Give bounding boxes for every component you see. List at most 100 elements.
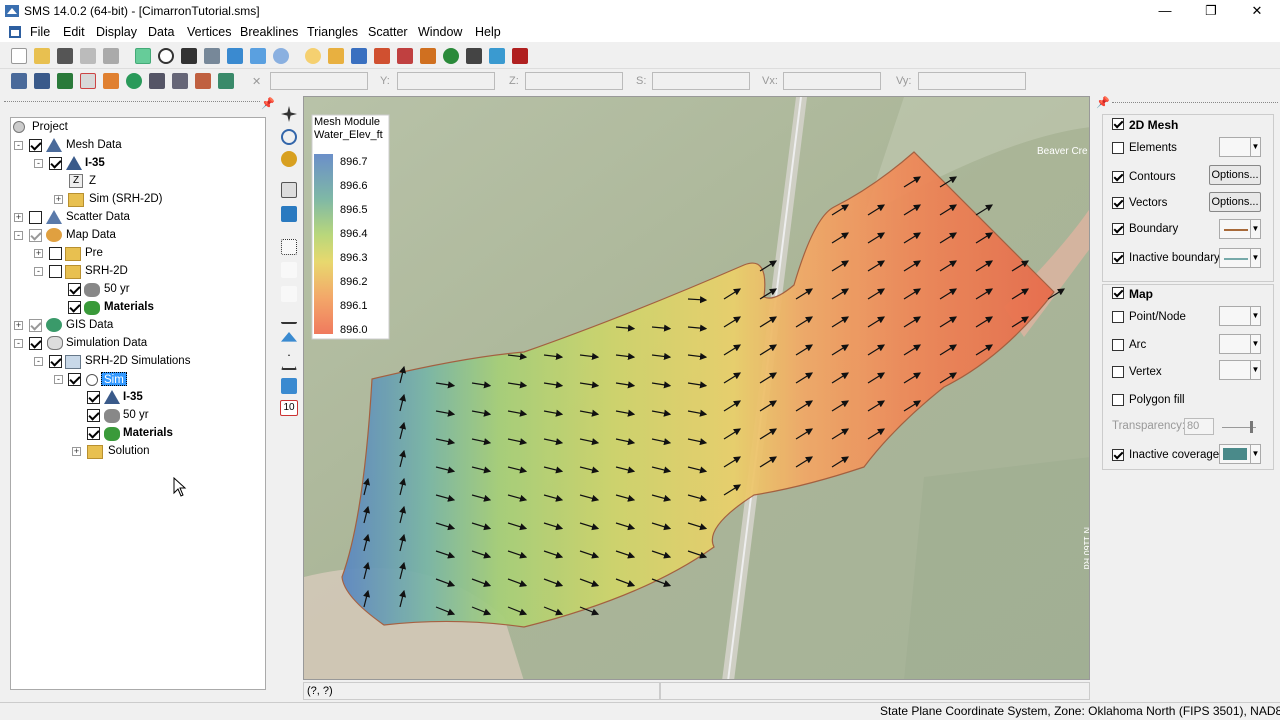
checkbox[interactable] bbox=[68, 373, 81, 386]
tree-item-srh2d[interactable]: - SRH-2D bbox=[12, 262, 212, 280]
elements-style-picker[interactable]: ▼ bbox=[1219, 137, 1261, 157]
rotate-icon[interactable] bbox=[250, 48, 266, 64]
vectors-options-button[interactable]: Options... bbox=[1209, 192, 1261, 212]
map-visible-checkbox[interactable] bbox=[1112, 287, 1124, 299]
transform-icon[interactable] bbox=[281, 378, 297, 394]
scatter-icon[interactable] bbox=[80, 73, 96, 89]
checkbox[interactable] bbox=[29, 229, 42, 242]
zoom-tool-icon[interactable] bbox=[281, 129, 297, 145]
cube-icon[interactable] bbox=[227, 48, 243, 64]
vertex-style-picker[interactable]: ▼ bbox=[1219, 360, 1261, 380]
transparency-input[interactable]: 80 bbox=[1184, 418, 1214, 435]
create-arc-icon[interactable] bbox=[281, 308, 297, 324]
menu-display[interactable]: Display bbox=[96, 25, 137, 39]
vy-field[interactable] bbox=[918, 72, 1026, 90]
arc-style-picker[interactable]: ▼ bbox=[1219, 334, 1261, 354]
minimize-button[interactable]: — bbox=[1142, 0, 1188, 22]
inactive-coverage-color-picker[interactable]: ▼ bbox=[1219, 444, 1261, 464]
tree-item-solution[interactable]: + Solution bbox=[12, 442, 212, 460]
slider-thumb[interactable] bbox=[1250, 421, 1253, 433]
vertex-checkbox[interactable] bbox=[1112, 366, 1124, 378]
collapse-icon[interactable]: - bbox=[14, 231, 23, 240]
tree-item-pre[interactable]: + Pre bbox=[12, 244, 212, 262]
select-node-icon[interactable] bbox=[281, 239, 297, 255]
collapse-icon[interactable]: - bbox=[34, 159, 43, 168]
tree-item-z[interactable]: Z Z bbox=[12, 172, 212, 190]
network-module-icon[interactable] bbox=[149, 73, 165, 89]
particle-icon[interactable] bbox=[172, 73, 188, 89]
tree-item-simulation-data[interactable]: - Simulation Data bbox=[12, 334, 212, 352]
tree-item-gis-data[interactable]: + GIS Data bbox=[12, 316, 212, 334]
point-node-style-picker[interactable]: ▼ bbox=[1219, 306, 1261, 326]
checkbox[interactable] bbox=[29, 337, 42, 350]
checkbox[interactable] bbox=[68, 301, 81, 314]
pin-icon[interactable]: 📌 bbox=[1096, 96, 1110, 109]
x-coordinate-field[interactable] bbox=[270, 72, 368, 90]
collapse-icon[interactable]: - bbox=[14, 141, 23, 150]
checkbox[interactable] bbox=[29, 319, 42, 332]
tree-item-map-data[interactable]: - Map Data bbox=[12, 226, 212, 244]
delete-icon[interactable] bbox=[103, 48, 119, 64]
tree-item-sim-i35[interactable]: I-35 bbox=[12, 388, 212, 406]
menu-vertices[interactable]: Vertices bbox=[187, 25, 231, 39]
map-tool-icon[interactable] bbox=[281, 206, 297, 222]
menu-edit[interactable]: Edit bbox=[63, 25, 85, 39]
frame-icon[interactable] bbox=[204, 48, 220, 64]
pan-icon[interactable] bbox=[281, 106, 297, 122]
boundary-checkbox[interactable] bbox=[1112, 223, 1124, 235]
settings-icon[interactable] bbox=[374, 48, 390, 64]
elements-checkbox[interactable] bbox=[1112, 142, 1124, 154]
checkbox[interactable] bbox=[87, 427, 100, 440]
grid-icon[interactable] bbox=[57, 73, 73, 89]
select-polygon-icon[interactable] bbox=[281, 332, 297, 342]
toolbox-icon[interactable] bbox=[512, 48, 528, 64]
vx-field[interactable] bbox=[783, 72, 881, 90]
menu-breaklines[interactable]: Breaklines bbox=[240, 25, 298, 39]
boundary-style-picker[interactable]: ▼ bbox=[1219, 219, 1261, 239]
tree-item-sim-materials[interactable]: Materials bbox=[12, 424, 212, 442]
rotate-tool-icon[interactable] bbox=[281, 151, 297, 167]
open-folder-icon[interactable] bbox=[34, 48, 50, 64]
new-file-icon[interactable] bbox=[11, 48, 27, 64]
checkbox[interactable] bbox=[49, 247, 62, 260]
mesh-module-icon[interactable] bbox=[11, 73, 27, 89]
vectors-checkbox[interactable] bbox=[1112, 197, 1124, 209]
view-icon[interactable] bbox=[273, 48, 289, 64]
image-icon[interactable] bbox=[328, 48, 344, 64]
map-canvas[interactable]: Beaver Cre N 1160 Rd Mesh Module Water_E… bbox=[304, 97, 1090, 680]
display-options-icon[interactable] bbox=[181, 48, 197, 64]
checkbox[interactable] bbox=[68, 283, 81, 296]
tree-item-sim-srh2d[interactable]: + Sim (SRH-2D) bbox=[12, 190, 212, 208]
gis-icon[interactable] bbox=[126, 73, 142, 89]
collapse-icon[interactable]: - bbox=[34, 267, 43, 276]
print-icon[interactable] bbox=[80, 48, 96, 64]
label-icon[interactable]: 10 bbox=[280, 400, 298, 416]
y-coordinate-field[interactable] bbox=[397, 72, 495, 90]
inactive-coverage-checkbox[interactable] bbox=[1112, 449, 1124, 461]
triangle-icon[interactable] bbox=[281, 354, 297, 370]
refresh-icon[interactable] bbox=[135, 48, 151, 64]
inactive-boundary-style-picker[interactable]: ▼ bbox=[1219, 248, 1261, 268]
collapse-icon[interactable]: - bbox=[54, 375, 63, 384]
zoom-icon[interactable] bbox=[158, 48, 174, 64]
arc-checkbox[interactable] bbox=[1112, 339, 1124, 351]
copy-icon[interactable] bbox=[466, 48, 482, 64]
close-button[interactable]: ✕ bbox=[1234, 0, 1280, 22]
collapse-icon[interactable]: - bbox=[34, 357, 43, 366]
tree-item-scatter-data[interactable]: + Scatter Data bbox=[12, 208, 212, 226]
menu-triangles[interactable]: Triangles bbox=[307, 25, 358, 39]
expand-icon[interactable]: + bbox=[14, 213, 23, 222]
tree-item-sim[interactable]: - Sim bbox=[12, 370, 212, 388]
menu-data[interactable]: Data bbox=[148, 25, 174, 39]
checkbox[interactable] bbox=[49, 265, 62, 278]
measure-icon[interactable] bbox=[281, 182, 297, 198]
contours-checkbox[interactable] bbox=[1112, 171, 1124, 183]
tree-item-mesh-data[interactable]: - Mesh Data bbox=[12, 136, 212, 154]
expand-icon[interactable]: + bbox=[14, 321, 23, 330]
create-node-icon[interactable] bbox=[281, 262, 297, 278]
menu-file[interactable]: File bbox=[30, 25, 50, 39]
ugrid-icon[interactable] bbox=[218, 73, 234, 89]
mesh-visible-checkbox[interactable] bbox=[1112, 118, 1124, 130]
polygon-fill-checkbox[interactable] bbox=[1112, 394, 1124, 406]
quadtree-icon[interactable] bbox=[195, 73, 211, 89]
